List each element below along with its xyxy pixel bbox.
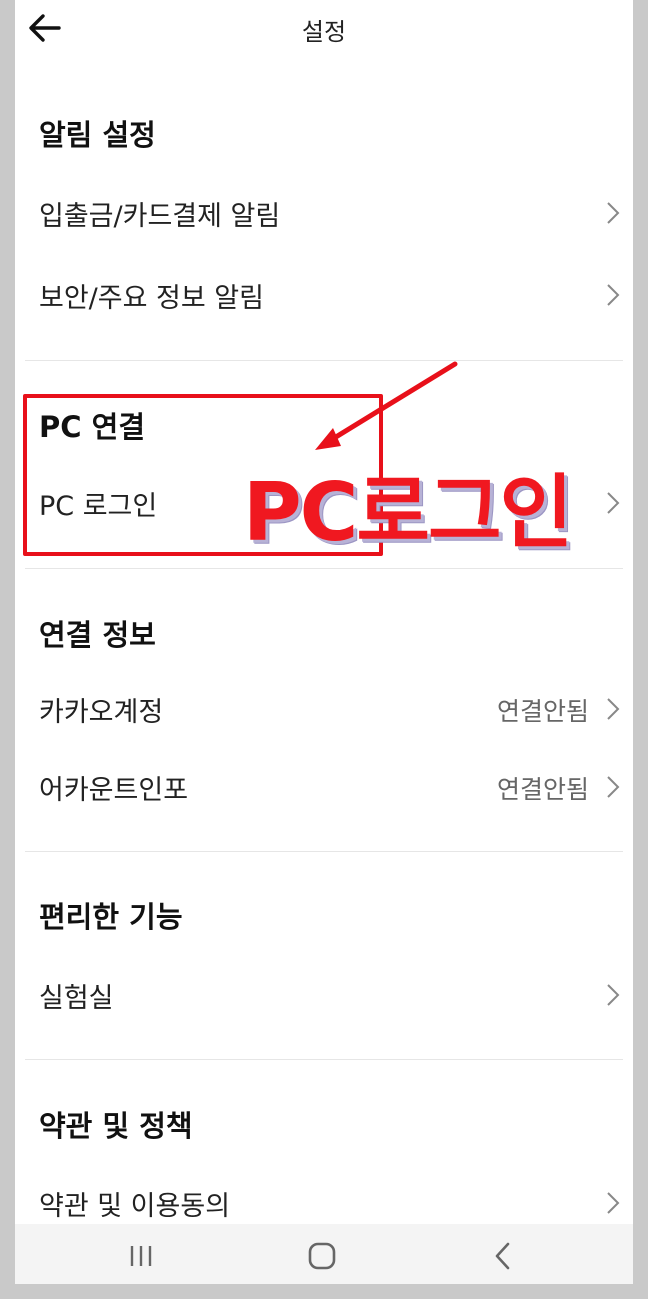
page-title: 설정 [301,18,347,46]
row-label: 어카운트인포 [39,775,189,806]
row-label: 실험실 [39,983,114,1014]
section-title-notifications: 알림 설정 [39,118,156,152]
section-title-terms: 약관 및 정책 [39,1109,193,1143]
connection-status: 연결안됨 [496,697,589,726]
home-button[interactable] [300,1234,344,1278]
system-nav-bar [15,1224,633,1284]
row-security-alert[interactable]: 보안/주요 정보 알림 [25,260,623,330]
row-label: 입출금/카드결제 알림 [39,201,281,232]
recent-apps-button[interactable] [119,1234,163,1278]
row-transaction-alert[interactable]: 입출금/카드결제 알림 [25,178,623,248]
chevron-right-icon [607,492,620,514]
section-title-connection: 연결 정보 [39,618,156,652]
nav-back-icon [495,1242,510,1270]
connection-status: 연결안됨 [496,775,589,804]
chevron-right-icon [607,202,620,224]
row-account-info[interactable]: 어카운트인포 연결안됨 [25,752,623,822]
home-icon [308,1242,336,1270]
nav-back-button[interactable] [481,1234,525,1278]
chevron-right-icon [607,776,620,798]
section-divider [25,568,623,569]
chevron-right-icon [607,698,620,720]
top-app-bar: 설정 [15,0,633,60]
section-divider [25,1059,623,1060]
row-label: 카카오계정 [39,697,164,728]
annotation-label: PC로그인 [243,466,573,559]
row-kakao-account[interactable]: 카카오계정 연결안됨 [25,674,623,744]
chevron-right-icon [607,1192,620,1214]
chevron-right-icon [607,984,620,1006]
chevron-right-icon [607,284,620,306]
recent-apps-icon [130,1246,152,1266]
section-divider [25,360,623,361]
row-lab[interactable]: 실험실 [25,960,623,1030]
section-title-convenience: 편리한 기능 [39,900,183,934]
row-label: 보안/주요 정보 알림 [39,283,264,314]
section-divider [25,851,623,852]
phone-screen: 설정 알림 설정 입출금/카드결제 알림 보안/주요 정보 알림 PC 연결 P… [15,0,633,1284]
row-label: 약관 및 이용동의 [39,1191,231,1222]
